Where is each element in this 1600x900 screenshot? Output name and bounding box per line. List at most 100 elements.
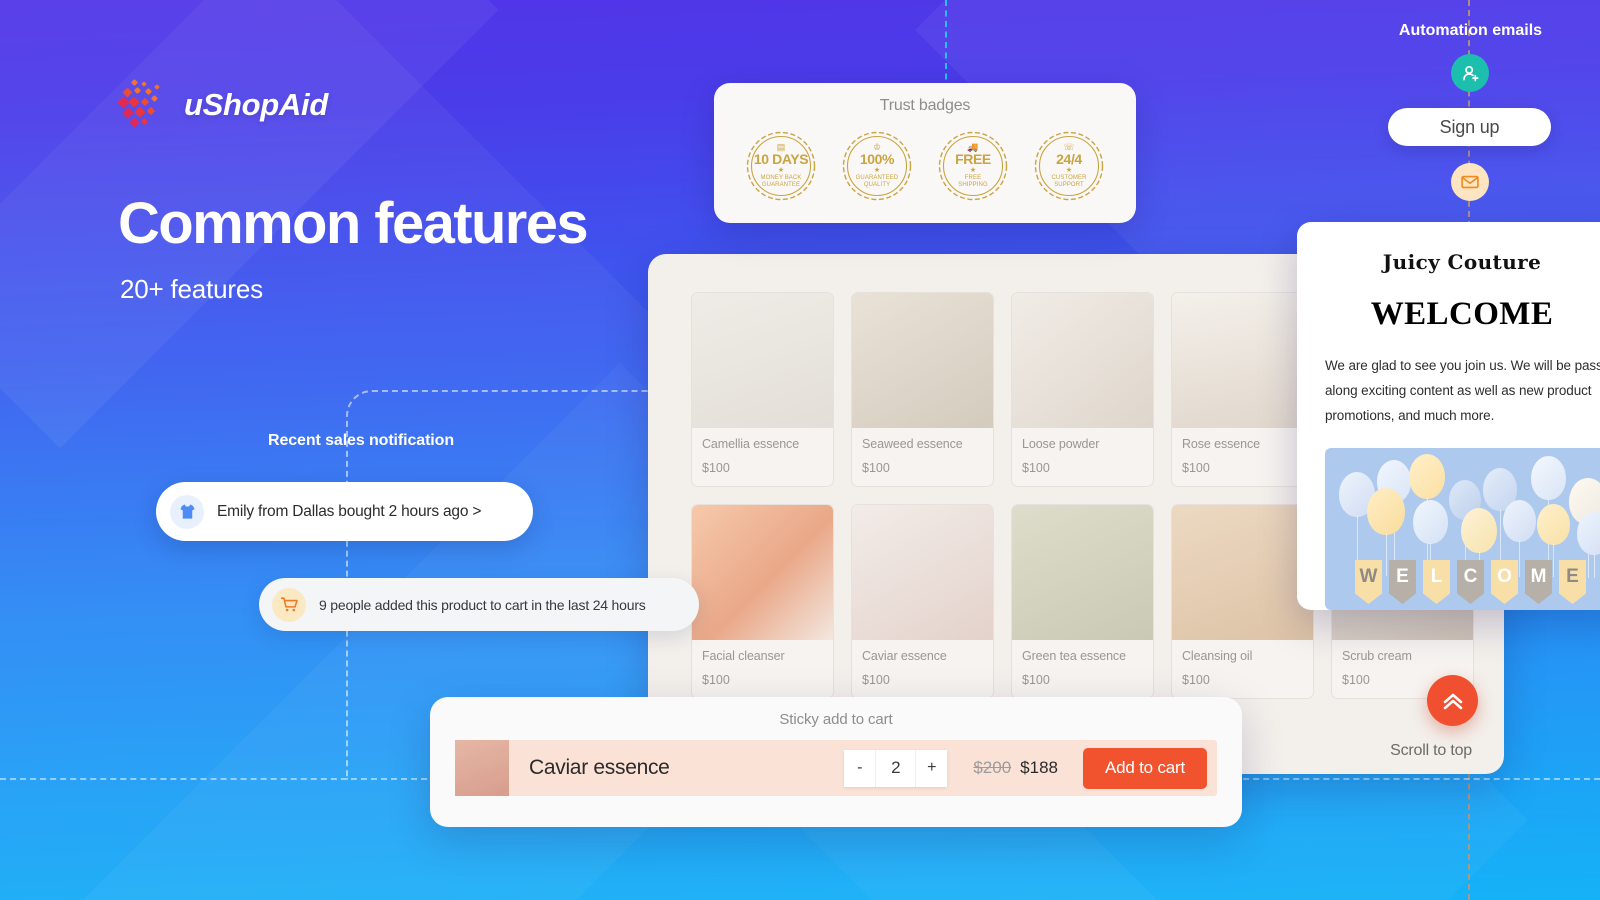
banner-letter: W: [1355, 560, 1382, 604]
product-name: Caviar essence: [862, 649, 947, 663]
sticky-add-to-cart-card: Sticky add to cart Caviar essence - 2 + …: [430, 697, 1242, 827]
trust-badge: 🚚 FREE ★ FREE SHIPPING: [936, 129, 1010, 203]
sticky-cart-product-thumbnail: [455, 740, 509, 796]
user-add-icon[interactable]: [1451, 54, 1489, 92]
trust-badge-sub1: MONEY BACK: [760, 175, 802, 181]
automation-emails-title: Automation emails: [1398, 22, 1543, 39]
product-price: $100: [1022, 461, 1050, 475]
trust-badge-main: 24/4: [1056, 151, 1082, 167]
welcome-email-preview: Juicy Couture WELCOME We are glad to see…: [1297, 222, 1600, 610]
brand-logo[interactable]: uShopAid: [117, 78, 328, 132]
product-price: $100: [1182, 673, 1210, 687]
product-image: [1172, 505, 1313, 640]
product-price: $100: [702, 461, 730, 475]
shopping-cart-icon: [272, 587, 306, 622]
sale-price: $188: [1020, 758, 1058, 777]
product-price: $100: [1022, 673, 1050, 687]
trust-badges-title: Trust badges: [879, 97, 971, 114]
guide-line-vertical-cyan: [945, 0, 947, 90]
quantity-value[interactable]: 2: [875, 749, 917, 787]
product-image: [1012, 293, 1153, 428]
trust-badge-sub2: SHIPPING: [958, 182, 988, 188]
product-card[interactable]: Rose essence $100: [1171, 292, 1314, 487]
product-card[interactable]: Camellia essence $100: [691, 292, 834, 487]
quantity-increase-button[interactable]: +: [916, 749, 948, 787]
product-name: Seaweed essence: [862, 437, 963, 451]
email-brand-name: Juicy Couture: [1382, 250, 1542, 274]
quantity-decrease-button[interactable]: -: [844, 749, 876, 787]
product-name: Camellia essence: [702, 437, 800, 451]
product-name: Green tea essence: [1022, 649, 1126, 663]
product-image: [852, 505, 993, 640]
trust-badges-card: Trust badges ▤ 10 DAYS ★ MONEY BACK GUAR…: [714, 83, 1136, 223]
product-name: Scrub cream: [1342, 649, 1412, 663]
page-subtitle: 20+ features: [120, 274, 263, 304]
product-price: $100: [862, 461, 890, 475]
sticky-cart-product-name: Caviar essence: [529, 756, 670, 779]
trust-badge: ▤ 10 DAYS ★ MONEY BACK GUARANTEE: [744, 129, 818, 203]
trust-badge-sub1: GUARANTEED: [855, 175, 899, 181]
banner-letter: E: [1389, 560, 1416, 604]
product-card[interactable]: Green tea essence $100: [1011, 504, 1154, 699]
product-card[interactable]: Cleansing oil $100: [1171, 504, 1314, 699]
product-image: [692, 505, 833, 640]
star-icon: ★: [873, 167, 881, 174]
trust-badge: ☏ 24/4 ★ CUSTOMER SUPPORT: [1032, 129, 1106, 203]
sticky-cart-title: Sticky add to cart: [779, 711, 893, 728]
star-icon: ★: [969, 167, 977, 174]
trust-badge-main: 10 DAYS: [753, 151, 809, 167]
email-body-text: We are glad to see you join us. We will …: [1325, 358, 1600, 423]
scroll-to-top-label: Scroll to top: [1390, 742, 1472, 759]
trust-badge-main: 100%: [859, 151, 895, 167]
add-to-cart-button[interactable]: Add to cart: [1082, 747, 1207, 789]
product-card[interactable]: Loose powder $100: [1011, 292, 1154, 487]
trust-badge-sub2: SUPPORT: [1054, 182, 1084, 188]
truck-icon: 🚚: [967, 142, 979, 152]
product-price: $100: [702, 673, 730, 687]
trust-badge-sub1: FREE: [964, 175, 982, 181]
product-name: Rose essence: [1182, 437, 1261, 451]
product-image: [1172, 293, 1313, 428]
trust-badge-sub2: GUARANTEE: [761, 182, 801, 188]
product-card[interactable]: Facial cleanser $100: [691, 504, 834, 699]
page-title: Common features: [118, 191, 589, 256]
headset-icon: ☏: [1063, 142, 1075, 152]
recent-sale-notification[interactable]: Emily from Dallas bought 2 hours ago >: [156, 482, 533, 541]
tshirt-icon: [170, 494, 204, 529]
email-heading: WELCOME: [1370, 296, 1554, 332]
product-price: $100: [862, 673, 890, 687]
notifications-title: Recent sales notification: [268, 432, 454, 449]
recent-sale-text: Emily from Dallas bought 2 hours ago >: [217, 502, 482, 520]
trust-badge-main: FREE: [955, 151, 991, 167]
product-card[interactable]: Seaweed essence $100: [851, 292, 994, 487]
trust-badges-row: ▤ 10 DAYS ★ MONEY BACK GUARANTEE ♔ 100% …: [714, 129, 1136, 203]
scroll-to-top-button[interactable]: [1427, 675, 1478, 726]
sticky-cart-row: Caviar essence - 2 + $200 $188 Add to ca…: [455, 740, 1217, 796]
product-price: $100: [1182, 461, 1210, 475]
banner-letter: L: [1423, 560, 1450, 604]
product-name: Loose powder: [1022, 437, 1100, 451]
product-name: Facial cleanser: [702, 649, 785, 663]
brand-name: uShopAid: [184, 87, 328, 122]
banner-letter: O: [1491, 560, 1518, 604]
logo-diamond-icon: [117, 78, 170, 132]
cart-activity-notification[interactable]: 9 people added this product to cart in t…: [259, 578, 699, 631]
banner-letter: E: [1559, 560, 1586, 604]
cart-activity-text: 9 people added this product to cart in t…: [319, 596, 646, 613]
banner-letter: C: [1457, 560, 1484, 604]
star-icon: ★: [1065, 167, 1073, 174]
money-icon: ▤: [776, 142, 786, 152]
banner-letter: M: [1525, 560, 1552, 604]
star-icon: ★: [777, 167, 785, 174]
product-image: [692, 293, 833, 428]
signup-button[interactable]: Sign up: [1388, 108, 1551, 146]
welcome-balloons-image: W E L C O M E: [1325, 448, 1600, 610]
crown-icon: ♔: [872, 142, 882, 152]
product-image: [1012, 505, 1153, 640]
product-image: [852, 293, 993, 428]
quantity-stepper[interactable]: - 2 +: [844, 749, 948, 787]
envelope-icon[interactable]: [1451, 163, 1489, 201]
product-card[interactable]: Caviar essence $100: [851, 504, 994, 699]
original-price: $200: [973, 758, 1012, 777]
double-chevron-up-icon: [1443, 693, 1462, 709]
